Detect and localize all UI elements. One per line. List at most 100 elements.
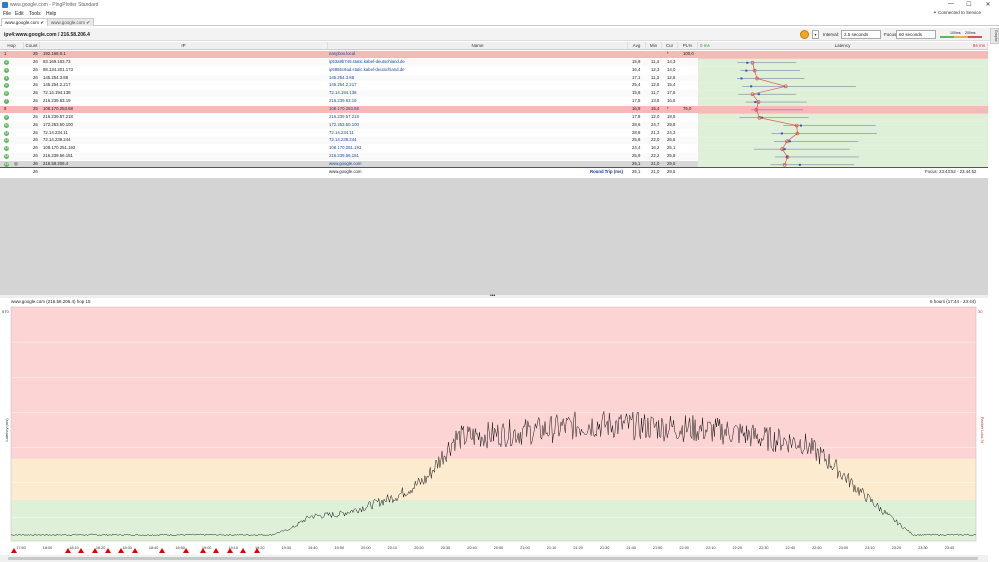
col-pl[interactable]: PL% <box>678 42 698 50</box>
x-tick-label: 20:50 <box>494 546 504 550</box>
min-cell: 13,8 <box>651 98 660 104</box>
count-cell: 26 <box>33 58 38 64</box>
table-row[interactable]: 7 26 216.239.63.19 216.239.63.19 17,5 13,8 16,… <box>0 98 698 105</box>
hop-status-icon: 13 <box>4 146 9 152</box>
legend-200ms: 200ms <box>965 31 976 35</box>
close-button[interactable]: ✕ <box>983 1 993 8</box>
pl-cell: 76,0 <box>683 105 692 111</box>
avg-cell: 28,8 <box>632 129 641 135</box>
ip-cell: 72.14.234.11 <box>43 129 68 135</box>
x-tick-label: 20:40 <box>467 546 477 550</box>
ip-cell: 72.14.239.244 <box>43 137 71 143</box>
name-cell: 72.14.239.244 <box>329 137 357 143</box>
cur-cell: * <box>667 105 669 111</box>
tab-target-1[interactable]: www.google.com ✔ <box>1 18 49 26</box>
tab-target-2[interactable]: www.google.com ✔ <box>47 18 95 26</box>
table-row[interactable]: 12 26 72.14.239.244 72.14.239.244 25,8 22,0 26… <box>0 137 698 145</box>
pause-button[interactable] <box>800 30 809 39</box>
latency-max-label: 84 ms <box>972 43 985 48</box>
minimize-button[interactable]: — <box>946 1 956 7</box>
avg-cell: 17,1 <box>632 74 641 80</box>
latency-cur-point <box>750 85 753 88</box>
ip-cell: 216.239.56.151 <box>43 153 73 159</box>
ip-cell: 108.170.251.193 <box>43 145 76 151</box>
table-row[interactable]: 8 25 108.170.253.68 108.170.253.68 16,9 15,4 *… <box>0 105 698 113</box>
zone-red <box>11 307 976 459</box>
menu-help[interactable]: Help <box>46 11 56 17</box>
ip-cell: 216.239.57.218 <box>43 113 73 119</box>
interval-select[interactable]: 2.5 seconds <box>841 30 881 39</box>
table-row[interactable]: 4 26 145.254.3.88 145.254.3.88 17,1 11,3 12,6 <box>0 74 698 82</box>
table-row[interactable]: 5 26 145.254.2.217 145.254.2.217 25,4 12,8 15,… <box>0 82 698 89</box>
table-row[interactable]: 3 26 88.134.201.173 ip5886c9ad.static.kabel… <box>0 67 698 74</box>
x-tick-label: 23:10 <box>865 546 875 550</box>
col-name[interactable]: Name <box>328 42 628 50</box>
avg-cell: 15,8 <box>632 90 641 96</box>
legend-100ms: 100ms <box>950 31 961 35</box>
rt-label: Round Trip (ms) <box>590 169 623 174</box>
count-cell: 26 <box>33 137 38 143</box>
menu-file[interactable]: File <box>3 11 11 17</box>
zone-yellow <box>11 458 976 500</box>
cur-cell: 25,1 <box>667 145 676 151</box>
packet-loss-marker <box>240 548 246 553</box>
menu-bar: File Edit Tools Help <box>0 10 999 18</box>
timeline-range: 6 hours (17:44 - 23:44) <box>930 299 976 304</box>
tab-label: www.google.com <box>5 20 40 25</box>
col-avg[interactable]: Avg <box>628 42 646 50</box>
col-cur[interactable]: Cur <box>662 42 678 50</box>
cur-cell: 15,4 <box>667 82 676 88</box>
scrollbar-thumb[interactable] <box>8 557 978 560</box>
check-icon: ✔ <box>40 20 45 25</box>
latency-cur-point <box>798 163 801 166</box>
y-axis-label: Latency (ms) <box>4 418 9 442</box>
table-row[interactable]: 2 26 83.169.183.73 ip53a9b749.static.kabel-… <box>0 58 698 66</box>
table-row[interactable]: 10 26 172.253.50.100 172.253.50.100 28,6 24,7… <box>0 121 698 129</box>
menu-edit[interactable]: Edit <box>15 11 24 17</box>
min-cell: 22,0 <box>651 137 660 143</box>
count-cell: 26 <box>33 74 38 80</box>
latency-header-label: Latency <box>834 43 851 48</box>
avg-cell: 28,6 <box>632 121 641 127</box>
count-cell: 26 <box>33 98 38 104</box>
rt-avg: 25,1 <box>632 169 641 174</box>
ip-cell: 192.168.0.1 <box>43 51 66 56</box>
zone-green <box>11 499 976 541</box>
chevron-down-icon[interactable]: ▾ <box>812 30 819 39</box>
table-row[interactable]: 9 26 216.239.57.218 216.239.57.218 17,8 12,0 1… <box>0 114 698 121</box>
col-hop[interactable]: Hop <box>0 42 24 50</box>
table-row[interactable]: 6 26 72.14.194.138 72.14.194.138 15,8 11,7 17,… <box>0 90 698 98</box>
x-tick-label: 23:40 <box>945 546 955 550</box>
x-tick-label: 23:30 <box>918 546 928 550</box>
col-min[interactable]: Min <box>646 42 662 50</box>
maximize-button[interactable]: ☐ <box>964 1 974 8</box>
timeline-graph[interactable]: 570 30 Latency (ms) Packet Loss % 17:50 18:00… <box>0 305 988 555</box>
name-cell: 145.254.2.217 <box>329 82 357 88</box>
ip-cell: 172.253.50.100 <box>43 121 73 127</box>
min-cell: 22,2 <box>651 153 660 159</box>
hop-status-icon: 4 <box>4 75 9 81</box>
table-row[interactable]: 11 26 72.14.234.11 72.14.234.11 28,8 21,3 24,3 <box>0 130 698 137</box>
latency-cur-point <box>746 61 749 64</box>
table-row[interactable]: 1 25 192.168.0.1 easybox.local * 100,0 <box>0 51 698 58</box>
packet-loss-marker <box>132 548 138 553</box>
rt-name: www.google.com <box>329 169 362 174</box>
table-row[interactable]: 13 26 108.170.251.193 108.170.251.193 24,4 16… <box>0 145 698 152</box>
hop-status-icon: 7 <box>4 99 9 105</box>
hop-status-icon: 2 <box>4 59 9 65</box>
col-ip[interactable]: IP <box>40 42 328 50</box>
focus-select[interactable]: 60 seconds <box>896 30 936 39</box>
menu-tools[interactable]: Tools <box>29 11 41 17</box>
x-tick-label: 19:50 <box>335 546 345 550</box>
table-row[interactable]: 14 26 216.239.56.151 216.239.56.151 25,9 22,2… <box>0 153 698 160</box>
col-count[interactable]: Count <box>24 42 40 50</box>
cur-cell: 25,8 <box>667 153 676 159</box>
graphs-side-tab[interactable]: Graphs <box>990 28 999 44</box>
connection-status: ⚭ Connected to Service <box>933 10 981 16</box>
min-cell: 11,7 <box>651 90 660 96</box>
hop-status-icon: 3 <box>4 67 9 73</box>
min-cell: 12,8 <box>651 82 660 88</box>
avg-cell: 16,9 <box>632 105 641 111</box>
col-latency[interactable]: 0 ms Latency 84 ms <box>698 42 988 50</box>
count-cell: 26 <box>33 82 38 88</box>
